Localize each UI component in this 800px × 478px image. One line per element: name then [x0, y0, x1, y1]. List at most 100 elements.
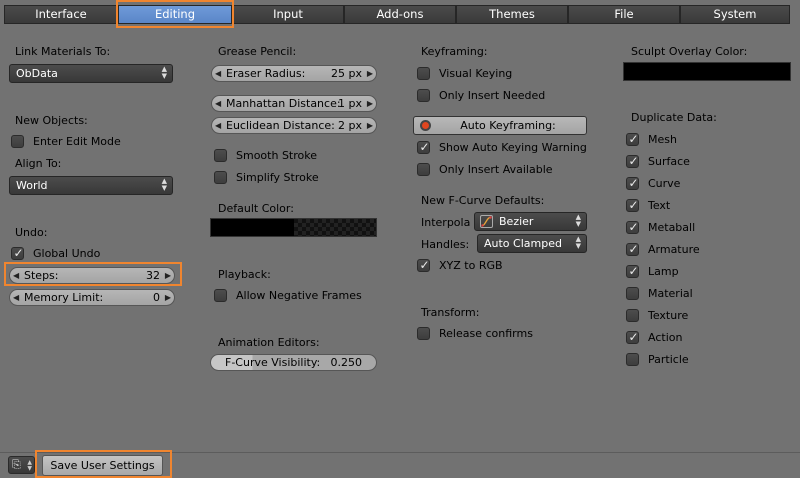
- enter-edit-mode-label: Enter Edit Mode: [33, 135, 121, 148]
- manhattan-distance-value: 1 px: [338, 97, 362, 110]
- duplicate-item-label: Curve: [648, 177, 681, 190]
- tab-addons[interactable]: Add-ons: [344, 5, 456, 24]
- only-insert-available-checkbox[interactable]: Only Insert Available: [417, 162, 567, 178]
- steps-slider[interactable]: ◀ Steps: 32 ▶: [9, 267, 175, 284]
- visual-keying-checkbox[interactable]: Visual Keying: [417, 66, 567, 82]
- new-fcurve-defaults-label: New F-Curve Defaults:: [421, 194, 545, 207]
- updown-arrows-icon: ▲ ▼: [27, 459, 32, 472]
- tab-editing[interactable]: Editing: [118, 5, 232, 24]
- only-insert-available-label: Only Insert Available: [439, 163, 553, 176]
- smooth-stroke-checkbox[interactable]: Smooth Stroke: [214, 148, 364, 164]
- save-user-settings-button[interactable]: Save User Settings: [42, 455, 163, 476]
- interpolation-value: Bezier: [499, 215, 534, 228]
- tab-system[interactable]: System: [680, 5, 790, 24]
- arrow-left-icon: ◀: [13, 293, 20, 302]
- tab-interface[interactable]: Interface: [4, 5, 118, 24]
- checkbox-box: ✓: [11, 246, 24, 260]
- footer-bar: ⎘ ▲ ▼ Save User Settings: [0, 450, 800, 478]
- tab-input[interactable]: Input: [232, 5, 344, 24]
- check-icon: ✓: [628, 176, 639, 190]
- xyz-to-rgb-label: XYZ to RGB: [439, 259, 503, 272]
- duplicate-lamp-checkbox[interactable]: ✓ Lamp: [626, 264, 776, 280]
- duplicate-surface-checkbox[interactable]: ✓ Surface: [626, 154, 776, 170]
- arrow-right-icon: ▶: [164, 271, 171, 280]
- updown-arrows-icon: ▲ ▼: [575, 235, 581, 250]
- checkbox-box: [626, 309, 639, 322]
- eraser-radius-label: Eraser Radius:: [226, 67, 306, 80]
- eraser-radius-value: 25 px: [331, 67, 362, 80]
- sculpt-overlay-color-swatch[interactable]: [623, 62, 791, 81]
- duplicate-item-label: Mesh: [648, 133, 677, 146]
- euclidean-distance-slider[interactable]: ◀ Euclidean Distance: 2 px ▶: [211, 117, 377, 134]
- handles-value: Auto Clamped: [484, 237, 562, 250]
- updown-arrows-icon: ▲ ▼: [161, 177, 167, 192]
- tab-file[interactable]: File: [568, 5, 680, 24]
- arrow-left-icon: ◀: [215, 99, 222, 108]
- duplicate-mesh-checkbox[interactable]: ✓ Mesh: [626, 132, 776, 148]
- steps-label: Steps:: [24, 269, 59, 282]
- handles-label: Handles:: [421, 238, 470, 251]
- keyframing-label: Keyframing:: [421, 45, 488, 58]
- preferences-icon: ⎘: [12, 458, 21, 471]
- show-auto-keying-warning-checkbox[interactable]: ✓ Show Auto Keying Warning: [417, 140, 587, 156]
- arrow-right-icon: ▶: [366, 121, 373, 130]
- undo-label: Undo:: [15, 226, 48, 239]
- alpha-checker-pattern: [294, 219, 376, 236]
- duplicate-curve-checkbox[interactable]: ✓ Curve: [626, 176, 776, 192]
- tab-themes[interactable]: Themes: [456, 5, 568, 24]
- fcurve-visibility-value: 0.250: [330, 356, 363, 369]
- checkbox-box: [214, 171, 227, 184]
- euclidean-distance-value: 2 px: [338, 119, 362, 132]
- duplicate-item-label: Surface: [648, 155, 690, 168]
- memory-limit-slider[interactable]: ◀ Memory Limit: 0 ▶: [9, 289, 175, 306]
- only-insert-needed-checkbox[interactable]: Only Insert Needed: [417, 88, 567, 104]
- checkbox-box: [417, 67, 430, 80]
- release-confirms-label: Release confirms: [439, 327, 533, 340]
- eraser-radius-slider[interactable]: ◀ Eraser Radius: 25 px ▶: [211, 65, 377, 82]
- default-color-label: Default Color:: [218, 202, 294, 215]
- visual-keying-label: Visual Keying: [439, 67, 513, 80]
- duplicate-armature-checkbox[interactable]: ✓ Armature: [626, 242, 776, 258]
- simplify-stroke-checkbox[interactable]: Simplify Stroke: [214, 170, 364, 186]
- align-to-label: Align To:: [15, 157, 62, 170]
- checkbox-box: ✓: [626, 154, 639, 168]
- steps-value: 32: [146, 269, 160, 282]
- duplicate-material-checkbox[interactable]: Material: [626, 286, 776, 302]
- global-undo-checkbox[interactable]: ✓ Global Undo: [11, 246, 161, 262]
- arrow-left-icon: ◀: [13, 271, 20, 280]
- checkbox-box: ✓: [417, 140, 430, 154]
- euclidean-distance-label: Euclidean Distance:: [226, 119, 335, 132]
- fcurve-visibility-slider[interactable]: F-Curve Visibility: 0.250: [210, 354, 377, 371]
- duplicate-item-label: Lamp: [648, 265, 679, 278]
- duplicate-texture-checkbox[interactable]: Texture: [626, 308, 776, 324]
- duplicate-text-checkbox[interactable]: ✓ Text: [626, 198, 776, 214]
- checkbox-box: ✓: [626, 132, 639, 146]
- animation-editors-label: Animation Editors:: [218, 336, 320, 349]
- align-to-dropdown[interactable]: World ▲ ▼: [9, 176, 173, 195]
- default-color-swatch[interactable]: [210, 218, 377, 237]
- checkbox-box: ✓: [626, 264, 639, 278]
- interpolation-dropdown[interactable]: Bezier ▲ ▼: [474, 212, 587, 231]
- playback-label: Playback:: [218, 268, 271, 281]
- new-objects-label: New Objects:: [15, 114, 88, 127]
- updown-arrows-icon: ▲ ▼: [161, 65, 167, 80]
- allow-negative-frames-label: Allow Negative Frames: [236, 289, 362, 302]
- auto-keyframing-toggle[interactable]: Auto Keyframing:: [413, 116, 587, 135]
- enter-edit-mode-checkbox[interactable]: Enter Edit Mode: [11, 134, 161, 150]
- xyz-to-rgb-checkbox[interactable]: ✓ XYZ to RGB: [417, 258, 567, 274]
- manhattan-distance-slider[interactable]: ◀ Manhattan Distance: 1 px ▶: [211, 95, 377, 112]
- checkbox-box: ✓: [626, 220, 639, 234]
- link-materials-dropdown[interactable]: ObData ▲ ▼: [9, 64, 173, 83]
- show-auto-keying-warning-label: Show Auto Keying Warning: [439, 141, 587, 154]
- bezier-curve-icon: [480, 215, 493, 228]
- duplicate-item-label: Metaball: [648, 221, 696, 234]
- handles-dropdown[interactable]: Auto Clamped ▲ ▼: [477, 234, 587, 253]
- check-icon: ✓: [628, 198, 639, 212]
- release-confirms-checkbox[interactable]: Release confirms: [417, 326, 567, 342]
- duplicate-particle-checkbox[interactable]: Particle: [626, 352, 776, 368]
- editor-type-button[interactable]: ⎘ ▲ ▼: [8, 456, 35, 474]
- duplicate-action-checkbox[interactable]: ✓ Action: [626, 330, 776, 346]
- duplicate-metaball-checkbox[interactable]: ✓ Metaball: [626, 220, 776, 236]
- memory-limit-value: 0: [153, 291, 160, 304]
- allow-negative-frames-checkbox[interactable]: Allow Negative Frames: [214, 288, 374, 304]
